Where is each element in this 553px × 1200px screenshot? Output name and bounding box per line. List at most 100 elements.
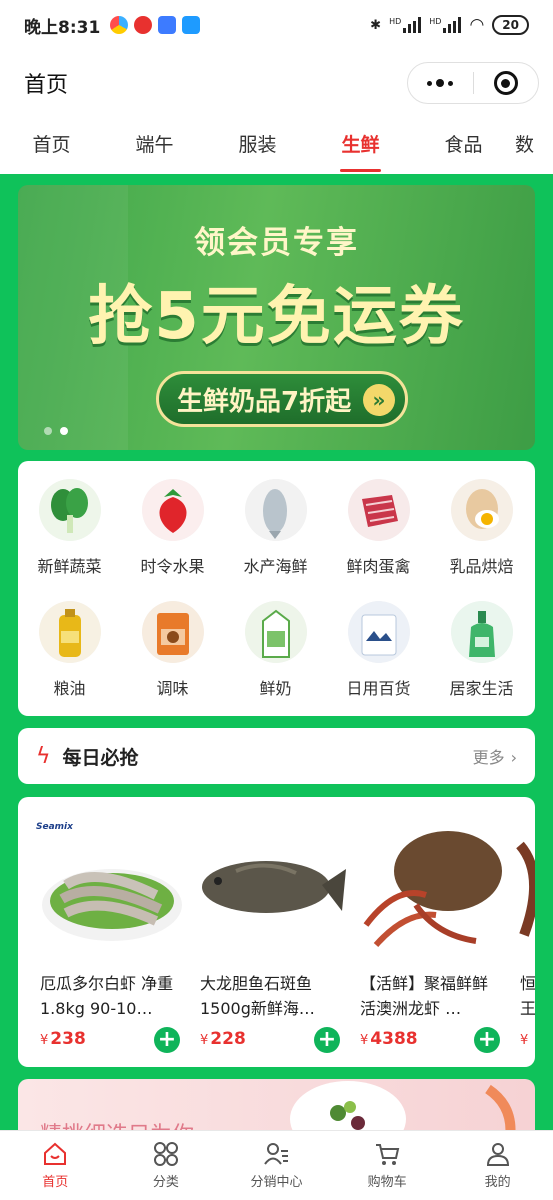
- arrow-right-icon: »: [363, 384, 395, 416]
- product-price: ¥4388: [360, 1029, 418, 1049]
- tabbar-label: 我的: [484, 1175, 511, 1190]
- category-fruits[interactable]: 时令水果: [121, 479, 224, 577]
- close-program-button[interactable]: [474, 63, 539, 103]
- category-seafood[interactable]: 水产海鲜: [224, 479, 327, 577]
- banner-headline: 抢5元免运券: [88, 280, 465, 354]
- more-label: 更多: [472, 748, 505, 767]
- tabbar-label: 分销中心: [250, 1175, 303, 1190]
- category-vegetables[interactable]: 新鲜蔬菜: [18, 479, 121, 577]
- product-image: [356, 815, 506, 955]
- status-time: 晚上8:31: [24, 17, 101, 38]
- category-fresh-milk[interactable]: 鲜奶: [224, 601, 327, 699]
- category-meat[interactable]: 鲜肉蛋禽: [327, 479, 430, 577]
- tab-duanwu[interactable]: 端午: [103, 116, 206, 174]
- product-image: [196, 815, 346, 955]
- carousel-dot: [44, 427, 52, 435]
- daily-deals-title: 每日必抢: [62, 746, 139, 769]
- tabbar-label: 购物车: [367, 1175, 407, 1190]
- tab-home[interactable]: 首页: [0, 116, 103, 174]
- category-grid: 新鲜蔬菜 时令水果 水产海鲜 鲜肉蛋禽 乳品烘焙 粮油 调味 鲜奶 日用百货 居…: [18, 461, 535, 716]
- profile-icon: [442, 1141, 553, 1167]
- carousel-dot-active: [60, 427, 68, 435]
- currency-symbol: ¥: [40, 1033, 49, 1048]
- product-price: ¥228: [200, 1029, 246, 1049]
- oil-icon: [38, 601, 101, 663]
- category-home-living[interactable]: 居家生活: [430, 601, 533, 699]
- category-label: 粮油: [53, 679, 86, 698]
- fish-icon: [244, 479, 307, 541]
- more-link[interactable]: 更多 ›: [473, 744, 517, 768]
- wifi-icon: ◠: [469, 15, 485, 35]
- content-area: 领会员专享 抢5元免运券 生鲜奶品7折起 » 新鲜蔬菜 时令水果 水产海鲜 鲜肉…: [0, 174, 553, 1130]
- add-to-cart-button[interactable]: +: [154, 1027, 180, 1053]
- category-label: 时令水果: [140, 557, 205, 576]
- plus-icon: +: [157, 1027, 177, 1052]
- product-name: 厄瓜多尔白虾 净重1.8kg 90-10…: [40, 974, 174, 1018]
- product-image: [516, 815, 535, 955]
- banner-cta-label: 生鲜奶品7折起: [177, 386, 352, 417]
- category-icon: [111, 1141, 222, 1167]
- product-name: 恒王: [520, 974, 535, 1018]
- tabbar-distribution[interactable]: 分销中心: [221, 1131, 332, 1200]
- tabbar-home[interactable]: 首页: [0, 1131, 111, 1200]
- category-label: 乳品烘焙: [449, 557, 514, 576]
- product-name: 【活鲜】聚福鲜鲜活澳洲龙虾 …: [360, 974, 489, 1018]
- plus-icon: +: [477, 1027, 497, 1052]
- product-item[interactable]: 大龙胆鱼石斑鱼1500g新鲜海… ¥228 +: [196, 797, 346, 1067]
- tabbar-profile[interactable]: 我的: [442, 1131, 553, 1200]
- lightning-icon: ϟ: [36, 743, 51, 769]
- tabbar-cart[interactable]: 购物车: [332, 1131, 443, 1200]
- notification-app-icon: [110, 16, 129, 34]
- category-dairy[interactable]: 乳品烘焙: [430, 479, 533, 577]
- status-indicators: ✱ HD HD ◠ 20: [370, 15, 529, 35]
- egg-icon: [450, 479, 513, 541]
- home-icon: [0, 1141, 111, 1167]
- add-to-cart-button[interactable]: +: [474, 1027, 500, 1053]
- tab-clothing[interactable]: 服装: [206, 116, 309, 174]
- category-label: 鲜奶: [259, 679, 292, 698]
- add-to-cart-button[interactable]: +: [314, 1027, 340, 1053]
- nav-bar: 首页: [0, 50, 553, 116]
- target-icon: [493, 71, 518, 95]
- product-item[interactable]: 恒王 ¥: [516, 797, 535, 1067]
- currency-symbol: ¥: [360, 1033, 369, 1048]
- promo-section[interactable]: 精挑细选只为你: [18, 1079, 535, 1130]
- banner-subtitle: 领会员专享: [194, 225, 359, 261]
- signal-icon: HD: [389, 17, 422, 33]
- price-value: 238: [50, 1029, 86, 1049]
- tab-food[interactable]: 食品: [412, 116, 515, 174]
- daily-goods-icon: [347, 601, 410, 663]
- product-item[interactable]: 【活鲜】聚福鲜鲜活澳洲龙虾 … ¥4388 +: [356, 797, 506, 1067]
- category-seasoning[interactable]: 调味: [121, 601, 224, 699]
- status-bar: 晚上8:31 ✱ HD HD ◠ 20: [0, 0, 553, 50]
- tabbar-category[interactable]: 分类: [111, 1131, 222, 1200]
- meat-icon: [347, 479, 410, 541]
- product-list: Seamix 厄瓜多尔白虾 净重1.8kg 90-10… ¥238 + 大龙胆鱼…: [18, 797, 535, 1067]
- promo-banner[interactable]: 领会员专享 抢5元免运券 生鲜奶品7折起 »: [18, 185, 535, 450]
- seasoning-icon: [141, 601, 204, 663]
- strawberry-icon: [141, 479, 204, 541]
- banner-cta[interactable]: 生鲜奶品7折起 »: [156, 371, 408, 427]
- promo-text: 精挑细选只为你: [40, 1117, 194, 1130]
- page-title: 首页: [24, 73, 69, 98]
- category-tabs: 首页 端午 服装 生鲜 食品 数: [0, 116, 553, 174]
- notification-app-icon: [182, 16, 201, 34]
- tabbar-label: 分类: [152, 1175, 179, 1190]
- category-label: 鲜肉蛋禽: [346, 557, 411, 576]
- home-care-icon: [450, 601, 513, 663]
- mini-program-capsule: [407, 62, 539, 104]
- bluetooth-icon: ✱: [370, 17, 382, 33]
- category-grain-oil[interactable]: 粮油: [18, 601, 121, 699]
- category-daily-goods[interactable]: 日用百货: [327, 601, 430, 699]
- tab-digital[interactable]: 数: [515, 116, 553, 174]
- hd-label: HD: [389, 17, 402, 26]
- product-name: 大龙胆鱼石斑鱼1500g新鲜海…: [200, 974, 315, 1018]
- bottom-tab-bar: 首页 分类 分销中心 购物车 我的: [0, 1130, 553, 1200]
- battery-indicator: 20: [492, 15, 529, 35]
- category-label: 调味: [156, 679, 189, 698]
- category-label: 日用百货: [346, 679, 411, 698]
- currency-symbol: ¥: [200, 1033, 209, 1048]
- product-item[interactable]: Seamix 厄瓜多尔白虾 净重1.8kg 90-10… ¥238 +: [36, 797, 186, 1067]
- more-button[interactable]: [408, 63, 473, 103]
- tab-fresh[interactable]: 生鲜: [309, 116, 412, 174]
